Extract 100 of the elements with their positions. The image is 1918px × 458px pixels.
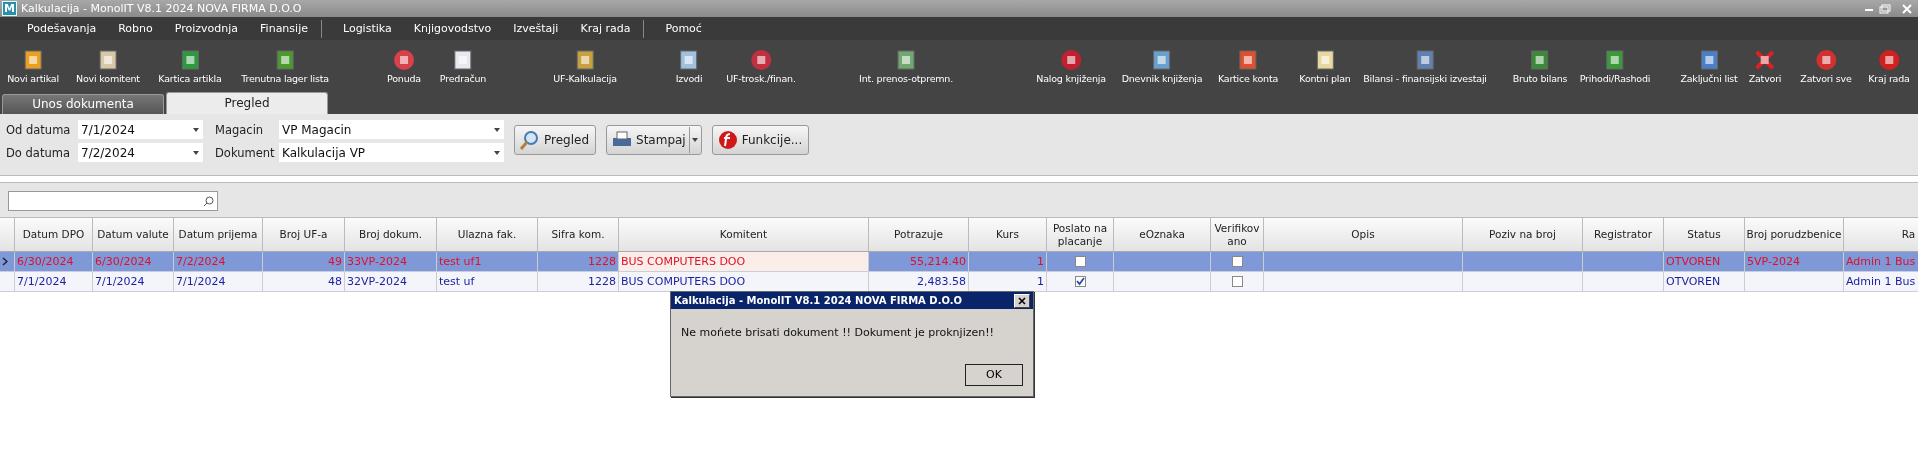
column-header[interactable]: Opis — [1264, 218, 1463, 251]
function-icon — [716, 129, 739, 151]
toolbar-button[interactable]: Nalog knjiženja — [1036, 49, 1106, 84]
menu-item[interactable]: Logistika — [333, 22, 405, 35]
column-header[interactable]: Broj porudzbenice — [1745, 218, 1844, 251]
column-header[interactable]: Datum DPO — [15, 218, 93, 251]
search-icon — [203, 195, 214, 207]
toolbar-button[interactable]: Bruto bilans — [1512, 49, 1568, 84]
table-cell: test uf — [439, 275, 475, 288]
table-cell: 55,214.40 — [910, 255, 966, 268]
table-cell: 7/1/2024 — [95, 275, 145, 288]
table-cell: 48 — [328, 275, 342, 288]
column-header[interactable]: Broj dokum. — [345, 218, 437, 251]
checkbox[interactable] — [1231, 276, 1243, 287]
toolbar-button[interactable]: Kraj rada — [1868, 49, 1910, 84]
column-header[interactable]: Verifikovano — [1211, 218, 1264, 251]
table-cell: 7/2/2024 — [176, 255, 226, 268]
search-field[interactable] — [8, 191, 218, 211]
toolbar-button[interactable]: Ponuda — [387, 49, 421, 84]
toolbar-button[interactable]: Int. prenos-otpremn. — [859, 49, 953, 84]
toolbar-button[interactable]: UF-trosk./finan. — [726, 49, 796, 84]
table-cell: 1 — [1037, 275, 1044, 288]
close-button[interactable] — [1014, 293, 1030, 308]
dialog-message: Ne mońete brisati dokument !! Dokument je proknjizen!! — [680, 325, 996, 341]
toolbar-button[interactable]: Kontni plan — [1299, 49, 1351, 84]
column-header[interactable]: Kurs — [969, 218, 1047, 251]
menu-item[interactable]: Pomoć — [656, 22, 715, 35]
menu-item[interactable]: Finansije — [251, 22, 321, 35]
field-label: Od datuma — [6, 122, 72, 137]
table-cell: 33VP-2024 — [347, 255, 407, 268]
toolbar-button[interactable]: Zatvori sve — [1800, 49, 1852, 84]
toolbar-button[interactable]: Trenutna lager lista — [241, 49, 329, 84]
tab[interactable]: Pregled — [166, 92, 328, 114]
toolbar-button[interactable]: Novi artikal — [7, 49, 59, 84]
table-cell: 32VP-2024 — [347, 275, 407, 288]
menu-item[interactable]: Proizvodnja — [165, 22, 252, 35]
column-header[interactable]: Ra — [1844, 218, 1918, 251]
menu-item[interactable]: Knjigovodstvo — [404, 22, 505, 35]
toolbar-button[interactable]: Bilansi - finansijski izvestaji — [1363, 49, 1487, 84]
column-header[interactable]: Potrazuje — [869, 218, 969, 251]
table-cell: test uf1 — [439, 255, 482, 268]
table-row[interactable]: 6/30/2024 6/30/2024 7/2/2024 49 33VP-2024 test uf1 1228 BUS COMPUTERS DOO 55,214.40 1 OTVOREN 5VP-2024 Admin 1 Bus — [0, 252, 1918, 272]
dropdown-field[interactable]: VP Magacin — [279, 120, 504, 139]
column-header[interactable]: Datum valute — [93, 218, 174, 251]
checkbox[interactable] — [1074, 256, 1086, 267]
menu-item[interactable]: Kraj rada — [571, 22, 644, 35]
field-label: Magacin — [215, 122, 265, 137]
action-button[interactable]: Stampaj — [606, 125, 702, 155]
table-row[interactable]: 7/1/2024 7/1/2024 7/1/2024 48 32VP-2024 test uf 1228 BUS COMPUTERS DOO 2,483.58 1 OTVOREN Admin 1 Bus — [0, 272, 1918, 292]
toolbar-button[interactable]: Izvodi — [675, 49, 703, 84]
column-header[interactable]: Registrator — [1583, 218, 1664, 251]
toolbar-button[interactable]: Prihodi/Rashodi — [1579, 49, 1651, 84]
checkbox[interactable] — [1074, 276, 1086, 287]
restore-icon[interactable] — [1878, 2, 1892, 15]
window-title: Kalkulacija - MonolIT V8.1 2024 NOVA FIRMA D.O.O — [21, 2, 303, 15]
date-field[interactable]: 7/1/2024 — [78, 120, 203, 139]
column-header[interactable]: Ulazna fak. — [437, 218, 538, 251]
toolbar-button[interactable]: Novi komitent — [76, 49, 140, 84]
toolbar-button[interactable]: UF-Kalkulacija — [553, 49, 617, 84]
table-cell: BUS COMPUTERS DOO — [621, 275, 746, 288]
checkbox[interactable] — [1231, 256, 1243, 267]
dropdown-field[interactable]: Kalkulacija VP — [279, 143, 504, 162]
column-header[interactable]: Broj UF-a — [263, 218, 345, 251]
table-cell: 1228 — [588, 255, 616, 268]
table-cell: 5VP-2024 — [1747, 255, 1800, 268]
toolbar-button[interactable]: Dnevnik knjiženja — [1121, 49, 1203, 84]
action-button[interactable]: Funkcije... — [711, 125, 810, 155]
table-cell: 7/1/2024 — [176, 275, 226, 288]
table-cell: 7/1/2024 — [17, 275, 67, 288]
field-label: Dokument — [215, 145, 276, 160]
table-cell: Admin 1 Bus — [1846, 275, 1916, 288]
column-header[interactable]: Datum prijema — [174, 218, 263, 251]
toolbar-button[interactable]: Kartice konta — [1217, 49, 1279, 84]
column-header[interactable]: Status — [1664, 218, 1745, 251]
toolbar-button[interactable]: Zatvori — [1748, 49, 1782, 84]
date-field[interactable]: 7/2/2024 — [78, 143, 203, 162]
table-cell: 6/30/2024 — [95, 255, 152, 268]
table-cell: OTVOREN — [1666, 255, 1721, 268]
toolbar-button[interactable]: Zaključni list — [1680, 49, 1738, 84]
toolbar-button[interactable]: Predračun — [439, 49, 487, 84]
tab[interactable]: Unos dokumenta — [2, 94, 164, 114]
ok-button[interactable]: OK — [965, 364, 1023, 386]
menu-item[interactable]: Izveštaji — [504, 22, 572, 35]
search-icon — [519, 129, 541, 151]
column-header[interactable]: eOznaka — [1114, 218, 1211, 251]
app-logo: M — [2, 1, 17, 16]
column-header[interactable]: Poslato na placanje — [1047, 218, 1114, 251]
toolbar-button[interactable]: Kartica artikla — [158, 49, 222, 84]
table-cell: 2,483.58 — [917, 275, 966, 288]
row-pointer-icon — [2, 257, 8, 266]
dialog-title: Kalkulacija - MonolIT V8.1 2024 NOVA FIRMA D.O.O — [674, 295, 962, 306]
column-header[interactable]: Poziv na broj — [1463, 218, 1583, 251]
table-cell: 1228 — [588, 275, 616, 288]
menu-item[interactable]: Robno — [109, 22, 166, 35]
column-header[interactable]: Komitent — [619, 218, 869, 251]
column-header[interactable]: Sifra kom. — [538, 218, 619, 251]
menu-item[interactable]: Podešavanja — [18, 22, 110, 35]
action-button[interactable]: Pregled — [514, 125, 597, 155]
table-cell: 49 — [328, 255, 342, 268]
table-cell: 6/30/2024 — [17, 255, 74, 268]
